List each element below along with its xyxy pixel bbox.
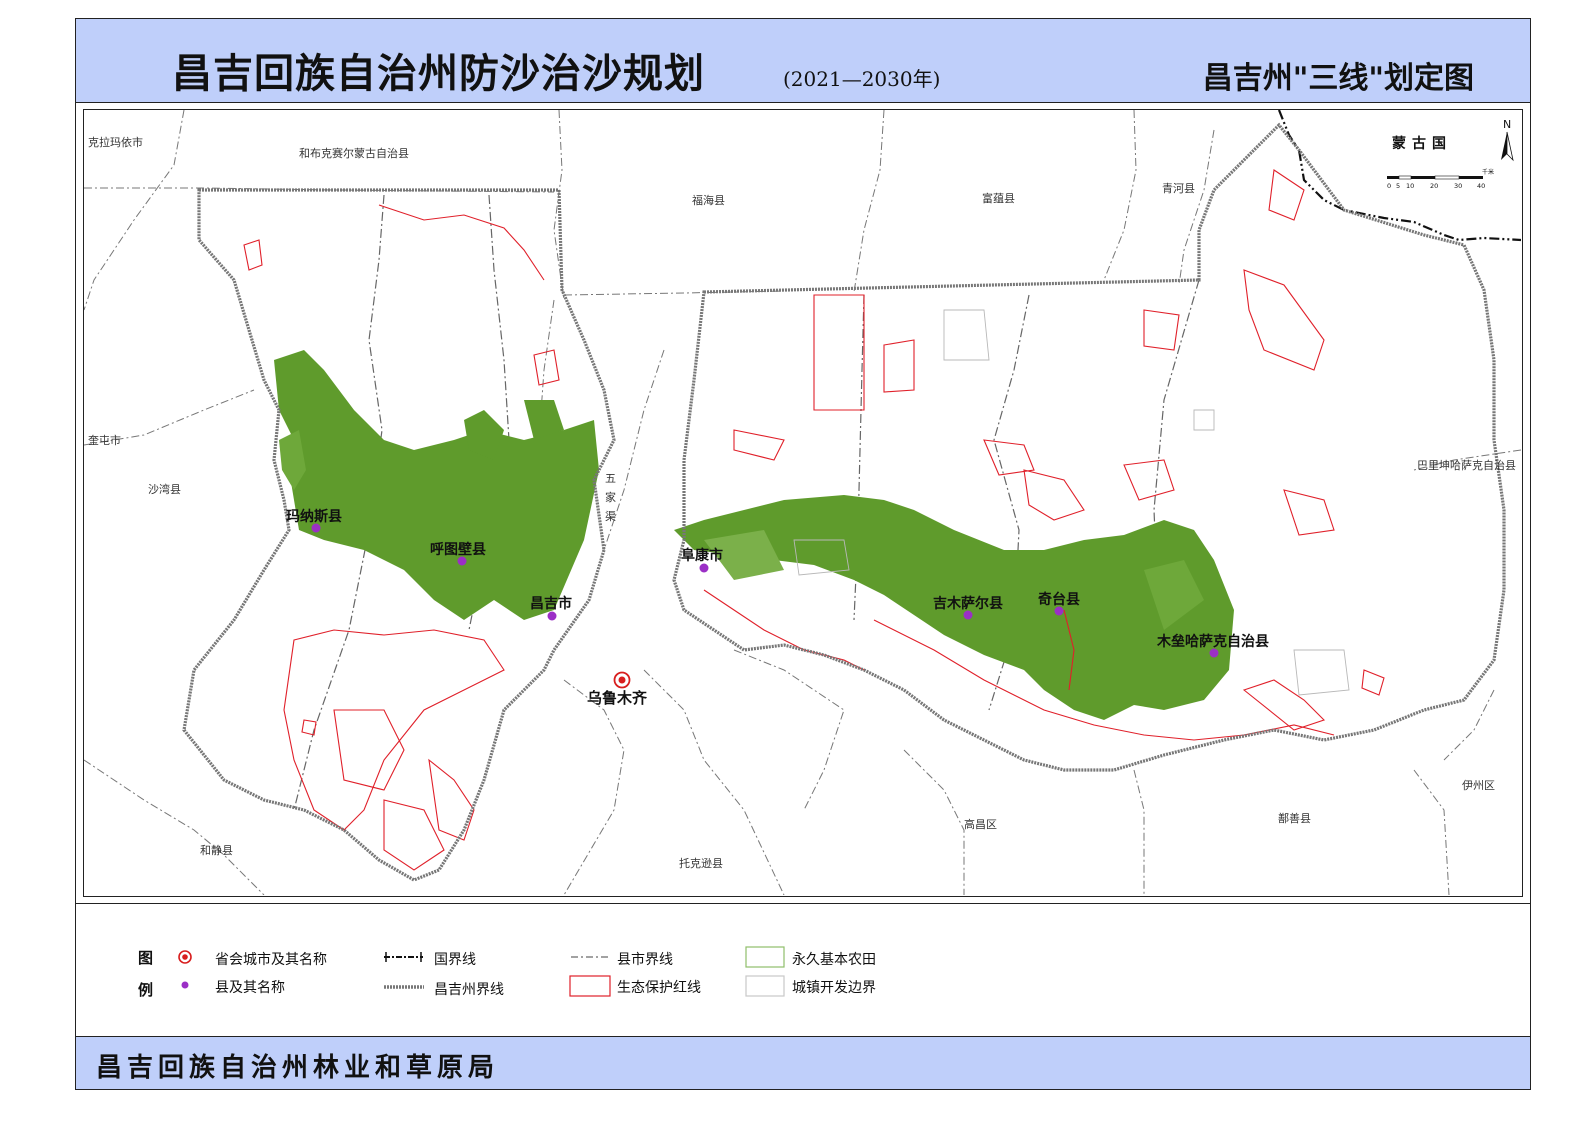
label-urumqi: 乌鲁木齐: [587, 689, 648, 707]
eco-redline-legend-icon: [569, 975, 611, 997]
label-manas: 玛纳斯县: [286, 508, 342, 525]
map-svg: 克拉玛依市 和布克赛尔蒙古自治县 福海县 富蕴县 青河县 奎屯市 沙湾县 巴里坤…: [83, 109, 1522, 896]
label-yizhou: 伊州区: [1462, 779, 1495, 792]
label-mori: 木垒哈萨克自治县: [1156, 633, 1269, 650]
label-shanshan: 鄯善县: [1278, 811, 1311, 825]
map-sheet: 昌吉回族自治州防沙治沙规划 (2021—2030年) 昌吉州"三线"划定图 克拉…: [75, 18, 1531, 1090]
label-mongolia: 蒙古国: [1392, 135, 1452, 152]
legend: 图 例 省会城市及其名称 县及其名称 国界线 昌吉州界线 县市界线 生态保护红线: [76, 903, 1530, 1021]
label-changji: 昌吉市: [530, 595, 572, 612]
label-kuitun: 奎屯市: [88, 433, 121, 447]
map-title-years: (2021—2030年): [783, 67, 941, 91]
label-hejing: 和静县: [200, 843, 233, 857]
urban-boundary-legend-icon: [745, 975, 785, 997]
label-hutubi: 呼图壁县: [430, 541, 486, 558]
label-fuyun: 富蕴县: [982, 191, 1015, 205]
map-canvas[interactable]: 克拉玛依市 和布克赛尔蒙古自治县 福海县 富蕴县 青河县 奎屯市 沙湾县 巴里坤…: [83, 109, 1523, 897]
svg-text:渠: 渠: [605, 510, 616, 523]
farmland-legend-icon: [745, 946, 785, 968]
map-subtitle: 昌吉州"三线"划定图: [1202, 61, 1474, 96]
label-qitai: 奇台县: [1038, 591, 1080, 608]
county-legend-icon: [181, 981, 189, 989]
footer-bar: 昌吉回族自治州林业和草原局: [76, 1036, 1530, 1089]
label-barkol: 巴里坤哈萨克自治县: [1417, 458, 1516, 472]
label-gaochang: 高昌区: [964, 817, 997, 831]
legend-eco-redline-label: 生态保护红线: [617, 980, 701, 996]
national-border-legend-icon: [384, 952, 423, 962]
north-arrow: N: [1501, 118, 1514, 162]
legend-county-border-label: 县市界线: [617, 952, 673, 968]
north-arrow-label: N: [1503, 118, 1511, 131]
county-dot-fukang[interactable]: [699, 563, 709, 573]
header-bar: 昌吉回族自治州防沙治沙规划 (2021—2030年) 昌吉州"三线"划定图: [76, 19, 1530, 103]
label-toksun: 托克逊县: [679, 856, 723, 870]
capital-legend-icon: [178, 950, 192, 964]
svg-text:五: 五: [605, 472, 616, 485]
label-fuhai: 福海县: [692, 193, 725, 207]
label-fukang: 阜康市: [681, 547, 723, 564]
scale-tick-5: 5: [1396, 182, 1400, 190]
agency-name: 昌吉回族自治州林业和草原局: [96, 1053, 500, 1083]
scale-unit: 千米: [1482, 168, 1494, 176]
label-shawan: 沙湾县: [148, 482, 181, 496]
label-hoboksar: 和布克赛尔蒙古自治县: [299, 146, 409, 160]
scale-tick-20: 20: [1430, 182, 1438, 190]
legend-capital-label: 省会城市及其名称: [215, 952, 327, 968]
scale-tick-30: 30: [1454, 182, 1462, 190]
capital-symbol: [613, 671, 631, 689]
legend-county-label: 县及其名称: [215, 980, 285, 996]
legend-national-border-label: 国界线: [434, 952, 476, 968]
label-wujiaqu: 五 家 渠: [605, 472, 616, 523]
svg-text:家: 家: [605, 490, 616, 504]
farmland-west: [274, 350, 599, 620]
legend-farmland-label: 永久基本农田: [792, 952, 876, 968]
label-jimsar: 吉木萨尔县: [933, 595, 1003, 612]
map-title: 昌吉回族自治州防沙治沙规划: [172, 50, 705, 97]
label-karamay: 克拉玛依市: [88, 135, 143, 149]
legend-urban-boundary-label: 城镇开发边界: [792, 980, 876, 996]
county-dot-changji[interactable]: [547, 611, 557, 621]
legend-prefecture-border-label: 昌吉州界线: [434, 982, 504, 998]
scale-tick-0: 0: [1387, 182, 1391, 190]
label-qinghe: 青河县: [1162, 182, 1195, 195]
scale-tick-10: 10: [1406, 182, 1414, 190]
scale-tick-40: 40: [1477, 182, 1485, 190]
scale-bar: 0 5 10 20 30 40 千米: [1387, 168, 1494, 190]
